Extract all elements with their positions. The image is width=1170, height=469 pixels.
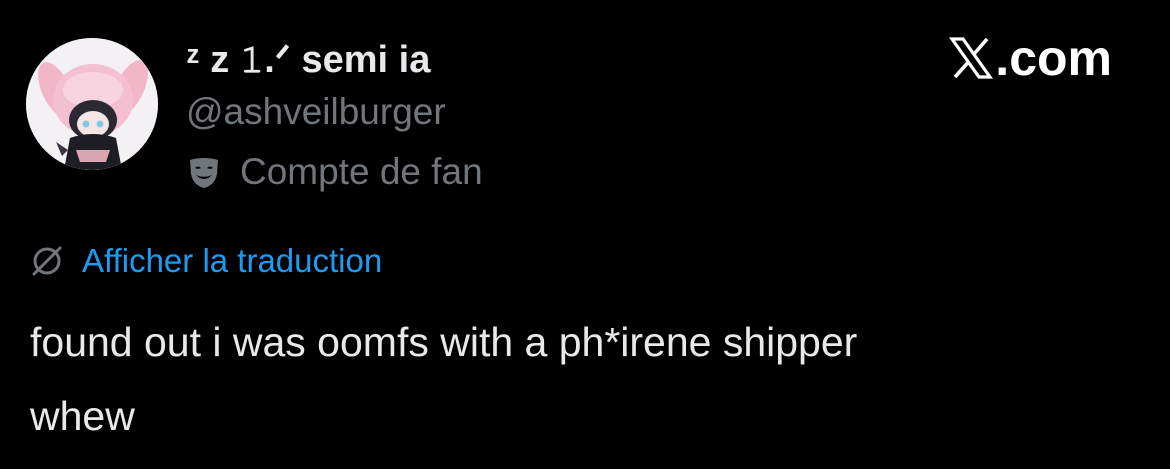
x-logo-icon	[949, 37, 994, 79]
username-handle[interactable]: @ashveilburger	[186, 90, 446, 134]
avatar[interactable]	[26, 38, 158, 170]
brand-domain-text: .com	[995, 30, 1112, 86]
tweet-text-line: whew	[30, 393, 135, 439]
show-translation-label[interactable]: Afficher la traduction	[82, 238, 382, 284]
tweet-text-line: found out i was oomfs with a ph*irene sh…	[30, 319, 858, 365]
theater-mask-icon	[190, 158, 218, 188]
tweet-text: found out i was oomfs with a ph*irene sh…	[30, 305, 1130, 453]
display-name[interactable]: ᶻ z 𝟷.ᐟ semi ia	[186, 38, 430, 82]
account-label-text: Compte de fan	[240, 151, 483, 192]
translate-icon	[32, 246, 62, 276]
brand: .com	[949, 28, 1112, 88]
account-label: Compte de fan	[186, 150, 483, 194]
show-translation-link[interactable]: Afficher la traduction	[30, 238, 382, 284]
